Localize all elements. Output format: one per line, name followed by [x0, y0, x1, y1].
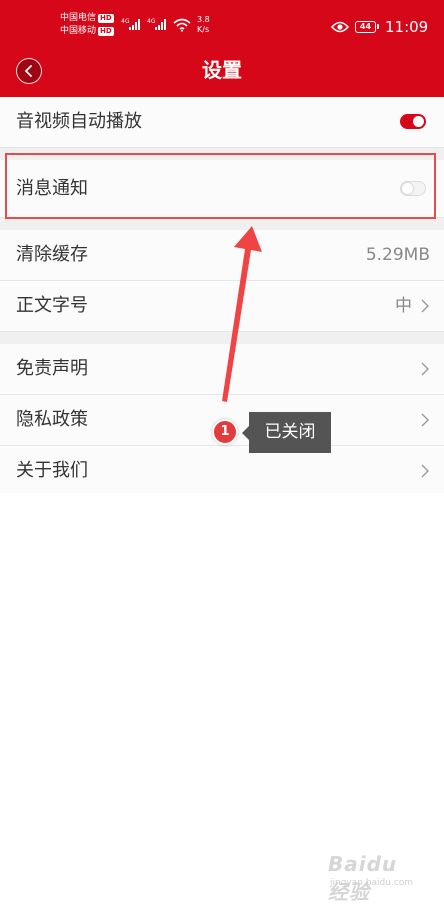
empty-area [0, 493, 444, 904]
clear-cache-row[interactable]: 清除缓存 5.29MB [0, 230, 444, 281]
settings-page: 中国电信 HD 中国移动 HD 4G 4G 3.8 K/s 44 11:09 设… [0, 0, 444, 904]
status-bar: 中国电信 HD 中国移动 HD 4G 4G 3.8 K/s 44 11:09 [0, 0, 444, 44]
autoplay-label: 音视频自动播放 [16, 111, 142, 132]
wifi-icon [173, 18, 191, 32]
font-size-row[interactable]: 正文字号 中 [0, 281, 444, 332]
cache-size: 5.29MB [365, 245, 430, 265]
section-divider [0, 332, 444, 344]
watermark-url: jingyan.baidu.com [330, 878, 414, 888]
signal-icon: 4G [147, 18, 166, 30]
toggle-knob [413, 116, 424, 127]
autoplay-toggle[interactable] [400, 114, 426, 129]
signal-icon: 4G [121, 18, 140, 30]
chevron-right-icon [421, 299, 429, 313]
about-label: 关于我们 [16, 460, 88, 481]
svg-text:4G: 4G [121, 18, 130, 25]
disclaimer-label: 免责声明 [16, 358, 88, 379]
page-title: 设置 [202, 58, 242, 82]
font-size-label: 正文字号 [16, 295, 88, 316]
autoplay-row[interactable]: 音视频自动播放 [0, 97, 444, 148]
hd-badge: HD [98, 14, 114, 23]
privacy-label: 隐私政策 [16, 409, 88, 430]
baidu-watermark: Baidu 经验 jingyan.baidu.com [328, 852, 424, 904]
battery-icon: 44 [355, 21, 379, 33]
carrier-1: 中国电信 [60, 13, 97, 23]
hd-badge: HD [98, 27, 114, 36]
font-size-value: 中 [395, 296, 412, 316]
eye-icon [331, 21, 349, 33]
svg-text:4G: 4G [147, 18, 156, 25]
about-row[interactable]: 关于我们 [0, 446, 444, 497]
carrier-2: 中国移动 [60, 26, 97, 36]
chevron-right-icon [421, 362, 429, 376]
status-time: 11:09 [385, 18, 429, 36]
annotation-tooltip: 已关闭 [242, 412, 331, 453]
carrier-info: 中国电信 HD 中国移动 HD [60, 12, 114, 38]
nav-bar: 设置 [0, 44, 444, 97]
net-speed: 3.8 K/s [197, 15, 210, 34]
chevron-right-icon [421, 464, 429, 478]
step-badge: 1 [212, 419, 238, 445]
disclaimer-row[interactable]: 免责声明 [0, 344, 444, 395]
highlight-box [5, 153, 436, 219]
chevron-right-icon [421, 413, 429, 427]
section-divider [0, 218, 444, 230]
clear-cache-label: 清除缓存 [16, 244, 88, 265]
